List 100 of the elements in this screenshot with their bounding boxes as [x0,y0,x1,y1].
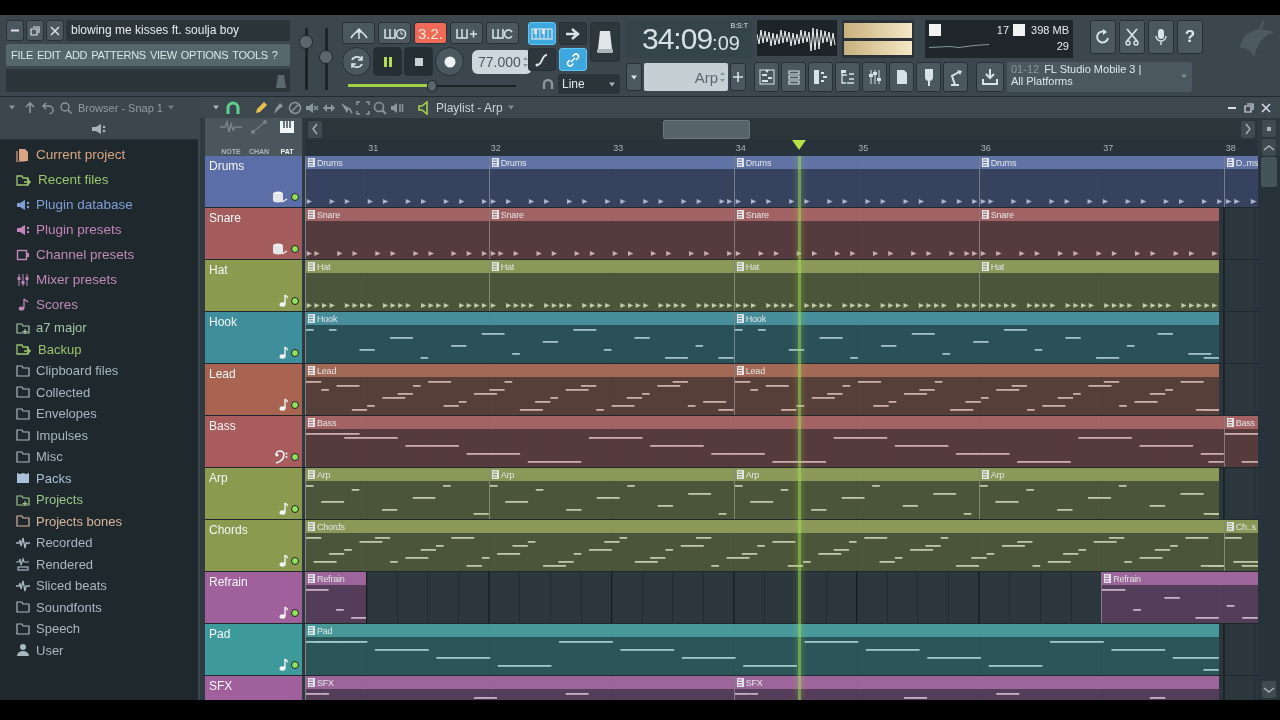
pattern-clip[interactable]: Bass [1223,416,1258,467]
track-header[interactable]: Snare [205,208,302,259]
browser-item[interactable]: Speech [16,618,198,640]
browser-item[interactable]: Packs [16,467,198,489]
menu-item[interactable]: PATTERNS [89,49,148,61]
menu-item[interactable]: TOOLS [230,49,270,61]
help-button[interactable]: ? [1177,20,1203,54]
browser-item[interactable]: Plugin presets [16,217,198,242]
browser-item[interactable]: Channel presets [16,242,198,267]
browser-item[interactable]: Mixer presets [16,267,198,292]
pattern-clip[interactable]: Refrain [305,572,367,623]
pattern-clip[interactable]: Ch..s [1223,520,1258,571]
track-lane[interactable]: SFX SFX [305,676,1258,700]
browser-item[interactable]: Clipboard files [16,360,198,382]
pattern-clip[interactable]: Snare [488,208,734,259]
browser-item[interactable]: a7 major [16,317,198,339]
pattern-clip[interactable]: Drums [305,156,489,207]
menu-item[interactable]: OPTIONS [178,49,231,61]
menu-item[interactable]: ? [269,49,280,61]
track-header[interactable]: Refrain [205,572,302,623]
pattern-clip[interactable]: Hat [488,260,734,311]
browser-item[interactable]: Collected [16,381,198,403]
news-panel[interactable]: 01-12 FL Studio Mobile 3 | All Platforms [1007,62,1192,92]
pattern-clip[interactable]: Arp [733,468,979,519]
pattern-clip[interactable]: Snare [978,208,1219,259]
pattern-clip[interactable]: SFX [733,676,1219,700]
browser-item[interactable]: Sliced beats [16,575,198,597]
browser-item[interactable]: Soundfonts [16,596,198,618]
pattern-clip[interactable]: Lead [305,364,734,415]
tempo-field[interactable]: 77.000 [472,49,532,74]
clip-label: SFX [317,677,334,688]
track-lane[interactable]: Drums Drums Drums Drums D..ms [305,156,1258,207]
readout: 17 [995,24,1010,36]
pattern-clip[interactable]: Hook [733,312,1219,363]
track-header[interactable]: Bass [205,416,302,467]
pattern-clip[interactable]: Snare [733,208,979,259]
pattern-clip[interactable]: Hat [978,260,1219,311]
browser-item[interactable]: Plugin database [16,192,198,217]
pattern-clip[interactable]: Arp [488,468,734,519]
browser-item[interactable]: Backup [16,338,198,360]
track-lane[interactable]: Hook Hook [305,312,1258,363]
bar-number: 32 [489,143,501,153]
track-name: Drums [209,159,246,173]
clip-label: Hat [990,261,1005,272]
track-lane[interactable]: Hat Hat Hat Hat [305,260,1258,311]
track-header[interactable]: SFX [205,676,302,700]
snap-dropdown[interactable]: Line [558,74,620,94]
track-lane[interactable]: Bass Bass [305,416,1258,467]
browser-item[interactable]: Scores [16,292,198,317]
clip-label: Arp [990,469,1005,480]
clip-label: Ch..s [1235,521,1256,532]
pattern-clip[interactable]: Drums [488,156,734,207]
track-header[interactable]: Drums [205,156,302,207]
clip-label: Refrain [1113,573,1141,584]
typing-keyboard-button[interactable]: 3.2. [414,22,447,45]
menu-item[interactable]: ADD [62,49,90,61]
pattern-clip[interactable]: SFX [305,676,734,700]
browser-item[interactable]: Misc [16,446,198,468]
track-lane[interactable]: Snare Snare Snare Snare [305,208,1258,259]
track-lane[interactable]: Lead Lead [305,364,1258,415]
pattern-clip[interactable]: Refrain [1101,572,1258,623]
track-header[interactable]: Chords [205,520,302,571]
track-lane[interactable]: Arp Arp Arp Arp [305,468,1258,519]
pattern-clip[interactable]: Hat [733,260,979,311]
menu-item[interactable]: FILE [9,49,36,61]
track-lane[interactable]: Refrain Refrain [305,572,1258,623]
pattern-clip[interactable]: Drums [978,156,1224,207]
pattern-clip[interactable]: Hook [305,312,734,363]
track-header[interactable]: Arp [205,468,302,519]
pattern-clip[interactable]: Snare [305,208,489,259]
pattern-clip[interactable]: Bass [305,416,1224,467]
menu-item[interactable]: VIEW [147,49,179,61]
track-header[interactable]: Pad [205,624,302,675]
pattern-field[interactable]: Arp [644,63,728,91]
menu-item[interactable]: EDIT [35,49,63,61]
browser-item[interactable]: Projects [16,489,198,511]
pattern-clip[interactable]: Hat [305,260,489,311]
pattern-clip[interactable]: Arp [978,468,1219,519]
track-header[interactable]: Hook [205,312,302,363]
pattern-clip[interactable]: D..ms [1223,156,1258,207]
browser-item[interactable]: Rendered [16,553,198,575]
browser-item[interactable]: Projects bones [16,510,198,532]
pattern-clip[interactable]: Lead [733,364,1219,415]
browser-item[interactable]: Current project [16,142,198,167]
track-lane[interactable]: Chords Ch..s [305,520,1258,571]
browser-item[interactable]: User [16,639,198,661]
browser-item[interactable]: Recorded [16,532,198,554]
browser-item[interactable]: Recent files [16,167,198,192]
timeline-ruler[interactable]: 31 32 33 34 35 36 37 38 [305,140,1258,156]
playlist-title[interactable]: Playlist - Arp [436,100,503,115]
track-header[interactable]: Hat [205,260,302,311]
track-header[interactable]: Lead [205,364,302,415]
track-name: Refrain [209,575,249,589]
pattern-clip[interactable]: Arp [305,468,489,519]
clip-label: Bass [1235,417,1255,428]
clip-label: Lead [317,365,337,376]
browser-item[interactable]: Envelopes [16,403,198,425]
pattern-clip[interactable]: Chords [305,520,1224,571]
pattern-clip[interactable]: Drums [733,156,979,207]
browser-item[interactable]: Impulses [16,424,198,446]
